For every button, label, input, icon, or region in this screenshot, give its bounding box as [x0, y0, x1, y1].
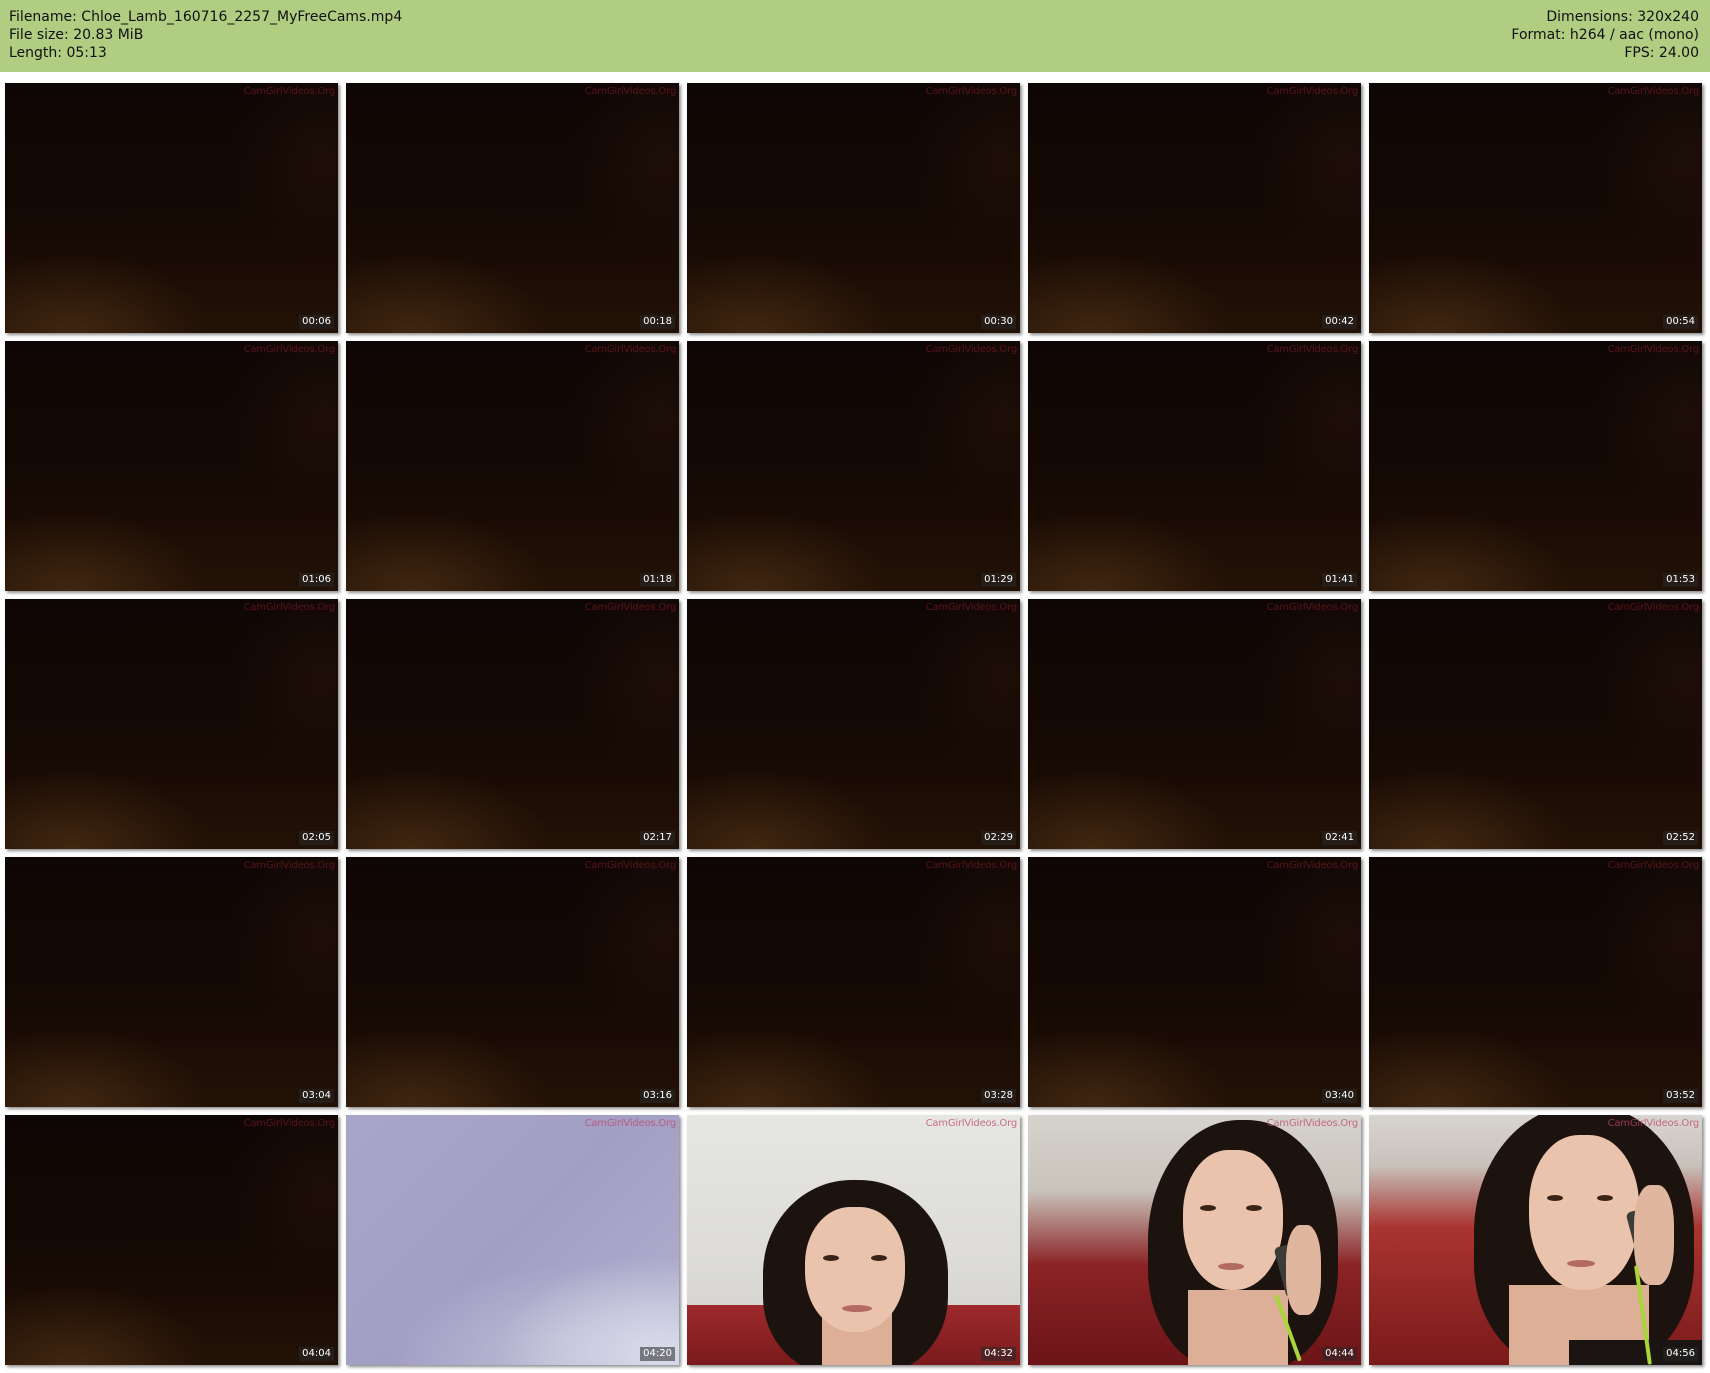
filesize-text: File size: 20.83 MiB: [9, 27, 144, 43]
timestamp-label: 03:40: [1322, 1089, 1357, 1103]
timestamp-label: 00:30: [981, 315, 1016, 329]
thumbnail-frame: CamGirlVideos.Org 01:29: [687, 341, 1020, 591]
watermark-logo: CamGirlVideos.Org: [1266, 860, 1359, 871]
hand-shape: [1634, 1185, 1674, 1285]
file-info-right: Dimensions: 320x240 Format: h264 / aac (…: [1511, 8, 1699, 62]
timestamp-label: 04:20: [640, 1347, 675, 1361]
timestamp-label: 03:52: [1663, 1089, 1698, 1103]
thumbnail-frame: CamGirlVideos.Org 04:44: [1028, 1115, 1361, 1365]
thumbnail-frame: CamGirlVideos.Org 00:06: [5, 83, 338, 333]
neck-shape: [1188, 1290, 1288, 1365]
timestamp-label: 03:04: [299, 1089, 334, 1103]
eye-left-shape: [1200, 1205, 1216, 1211]
timestamp-label: 03:16: [640, 1089, 675, 1103]
lips-shape: [1567, 1260, 1595, 1267]
info-header: Filename: Chloe_Lamb_160716_2257_MyFreeC…: [0, 0, 1710, 72]
thumbnail-grid: CamGirlVideos.Org 00:06 CamGirlVideos.Org 0…: [5, 83, 1705, 1365]
thumbnail-frame: CamGirlVideos.Org 04:56: [1369, 1115, 1702, 1365]
timestamp-label: 02:52: [1663, 831, 1698, 845]
thumbnail-frame: CamGirlVideos.Org 02:52: [1369, 599, 1702, 849]
watermark-logo: CamGirlVideos.Org: [925, 1118, 1018, 1129]
watermark-logo: CamGirlVideos.Org: [243, 860, 336, 871]
thumbnail-frame: CamGirlVideos.Org 02:41: [1028, 599, 1361, 849]
watermark-logo: CamGirlVideos.Org: [1607, 344, 1700, 355]
watermark-logo: CamGirlVideos.Org: [1607, 860, 1700, 871]
timestamp-label: 00:54: [1663, 315, 1698, 329]
eye-left-shape: [1547, 1195, 1563, 1201]
thumbnail-frame: CamGirlVideos.Org 00:30: [687, 83, 1020, 333]
thumbnail-frame: CamGirlVideos.Org 00:18: [346, 83, 679, 333]
thumbnail-frame: CamGirlVideos.Org 03:28: [687, 857, 1020, 1107]
file-info-left: Filename: Chloe_Lamb_160716_2257_MyFreeC…: [9, 8, 402, 62]
watermark-logo: CamGirlVideos.Org: [243, 602, 336, 613]
eye-right-shape: [1597, 1195, 1613, 1201]
thumbnail-frame: CamGirlVideos.Org 01:41: [1028, 341, 1361, 591]
timestamp-label: 01:41: [1322, 573, 1357, 587]
thumbnail-frame: CamGirlVideos.Org 03:40: [1028, 857, 1361, 1107]
timestamp-label: 01:53: [1663, 573, 1698, 587]
thumbnail-frame: CamGirlVideos.Org 01:53: [1369, 341, 1702, 591]
watermark-logo: CamGirlVideos.Org: [1266, 344, 1359, 355]
eye-left-shape: [823, 1255, 839, 1261]
filename-text: Filename: Chloe_Lamb_160716_2257_MyFreeC…: [9, 9, 403, 25]
length-text: Length: 05:13: [9, 45, 107, 61]
thumbnail-frame: CamGirlVideos.Org 02:05: [5, 599, 338, 849]
thumbnail-frame: CamGirlVideos.Org 04:32: [687, 1115, 1020, 1365]
timestamp-label: 00:06: [299, 315, 334, 329]
watermark-logo: CamGirlVideos.Org: [925, 344, 1018, 355]
thumbnail-frame: CamGirlVideos.Org 02:17: [346, 599, 679, 849]
watermark-logo: CamGirlVideos.Org: [243, 1118, 336, 1129]
thumbnail-frame: CamGirlVideos.Org 00:42: [1028, 83, 1361, 333]
thumbnail-frame: CamGirlVideos.Org 00:54: [1369, 83, 1702, 333]
watermark-logo: CamGirlVideos.Org: [925, 86, 1018, 97]
thumbnail-frame: CamGirlVideos.Org 01:18: [346, 341, 679, 591]
timestamp-label: 01:29: [981, 573, 1016, 587]
thumbnail-frame: CamGirlVideos.Org 03:16: [346, 857, 679, 1107]
watermark-logo: CamGirlVideos.Org: [1607, 602, 1700, 613]
watermark-logo: CamGirlVideos.Org: [584, 344, 677, 355]
fps-text: FPS: 24.00: [1624, 45, 1699, 61]
thumbnail-frame: CamGirlVideos.Org 03:52: [1369, 857, 1702, 1107]
watermark-logo: CamGirlVideos.Org: [1607, 86, 1700, 97]
timestamp-label: 01:18: [640, 573, 675, 587]
watermark-logo: CamGirlVideos.Org: [1266, 86, 1359, 97]
watermark-logo: CamGirlVideos.Org: [925, 860, 1018, 871]
thumbnail-frame: CamGirlVideos.Org 04:20: [346, 1115, 679, 1365]
watermark-logo: CamGirlVideos.Org: [1607, 1118, 1700, 1129]
watermark-logo: CamGirlVideos.Org: [925, 602, 1018, 613]
thumbnail-frame: CamGirlVideos.Org 02:29: [687, 599, 1020, 849]
timestamp-label: 04:56: [1663, 1347, 1698, 1361]
hand-shape: [1286, 1225, 1321, 1315]
timestamp-label: 03:28: [981, 1089, 1016, 1103]
timestamp-label: 04:44: [1322, 1347, 1357, 1361]
timestamp-label: 01:06: [299, 573, 334, 587]
lips-shape: [1218, 1263, 1244, 1270]
timestamp-label: 02:41: [1322, 831, 1357, 845]
timestamp-label: 04:04: [299, 1347, 334, 1361]
face-shape: [805, 1207, 905, 1332]
dimensions-text: Dimensions: 320x240: [1546, 9, 1699, 25]
watermark-logo: CamGirlVideos.Org: [243, 344, 336, 355]
watermark-logo: CamGirlVideos.Org: [1266, 1118, 1359, 1129]
watermark-logo: CamGirlVideos.Org: [584, 602, 677, 613]
eye-right-shape: [871, 1255, 887, 1261]
timestamp-label: 02:17: [640, 831, 675, 845]
timestamp-label: 04:32: [981, 1347, 1016, 1361]
thumbnail-frame: CamGirlVideos.Org 04:04: [5, 1115, 338, 1365]
thumbnail-frame: CamGirlVideos.Org 01:06: [5, 341, 338, 591]
watermark-logo: CamGirlVideos.Org: [584, 1118, 677, 1129]
watermark-logo: CamGirlVideos.Org: [584, 86, 677, 97]
timestamp-label: 00:18: [640, 315, 675, 329]
watermark-logo: CamGirlVideos.Org: [1266, 602, 1359, 613]
lips-shape: [842, 1305, 872, 1312]
thumbnail-frame: CamGirlVideos.Org 03:04: [5, 857, 338, 1107]
watermark-logo: CamGirlVideos.Org: [584, 860, 677, 871]
timestamp-label: 02:05: [299, 831, 334, 845]
timestamp-label: 02:29: [981, 831, 1016, 845]
eye-right-shape: [1246, 1205, 1262, 1211]
timestamp-label: 00:42: [1322, 315, 1357, 329]
format-text: Format: h264 / aac (mono): [1511, 27, 1699, 43]
watermark-logo: CamGirlVideos.Org: [243, 86, 336, 97]
